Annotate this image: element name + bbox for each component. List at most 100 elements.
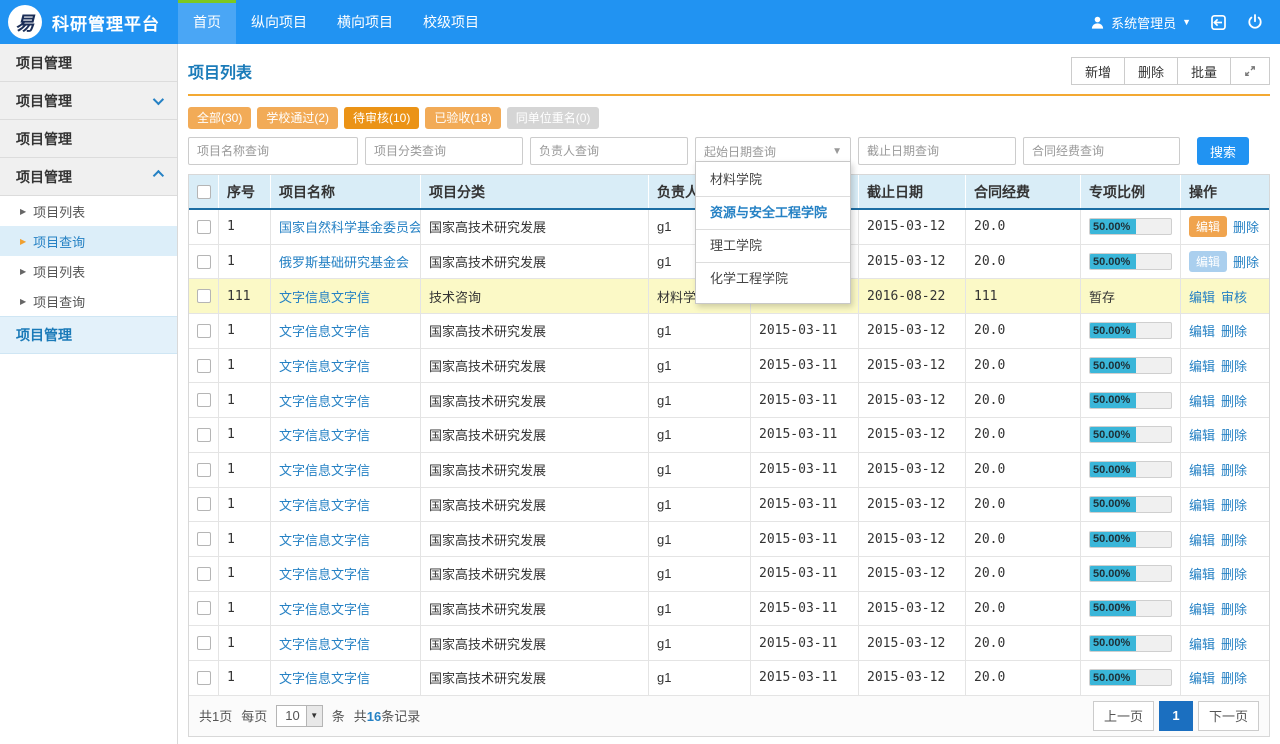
edit-button[interactable]: 编辑 [1189,564,1215,583]
sidebar-group[interactable]: 项目管理 [0,316,177,354]
sidebar-item[interactable]: ▶项目查询 [0,286,177,316]
project-name-link[interactable]: 文字信息文字信 [279,668,370,687]
sidebar-item[interactable]: ▶项目列表 [0,256,177,286]
edit-button[interactable]: 编辑 [1189,668,1215,687]
row-checkbox[interactable] [197,532,211,546]
edit-button[interactable]: 编辑 [1189,530,1215,549]
dropdown-option[interactable]: 理工学院 [696,229,850,262]
delete-button[interactable]: 删除 [1221,599,1247,618]
project-name-link[interactable]: 文字信息文字信 [279,425,370,444]
delete-button[interactable]: 删除 [1221,495,1247,514]
delete-button[interactable]: 删除 [1221,391,1247,410]
row-checkbox[interactable] [197,289,211,303]
delete-button[interactable]: 删除 [1221,634,1247,653]
project-name-link[interactable]: 文字信息文字信 [279,495,370,514]
row-checkbox[interactable] [197,220,211,234]
project-name-link[interactable]: 俄罗斯基础研究基金会 [279,252,409,271]
prev-page-button[interactable]: 上一页 [1093,701,1154,731]
delete-button[interactable]: 删除 [1233,252,1259,271]
project-name-link[interactable]: 国家自然科学基金委员会 [279,217,421,236]
project-name-link[interactable]: 文字信息文字信 [279,599,370,618]
ratio-progress-bar: 50.00% [1089,218,1172,235]
next-page-button[interactable]: 下一页 [1198,701,1259,731]
row-checkbox[interactable] [197,428,211,442]
owner-input[interactable] [530,137,688,165]
sidebar-group[interactable]: 项目管理 [0,120,177,158]
project-category-input[interactable] [365,137,523,165]
delete-button[interactable]: 删除 [1221,668,1247,687]
delete-button[interactable]: 删除 [1221,356,1247,375]
filter-tab[interactable]: 学校通过(2) [257,107,338,129]
edit-button[interactable]: 编辑 [1189,391,1215,410]
search-button[interactable]: 搜索 [1197,137,1249,165]
delete-button[interactable]: 删除 [1233,217,1259,236]
ratio-progress-bar: 50.00% [1089,253,1172,270]
edit-button[interactable]: 编辑 [1189,425,1215,444]
row-checkbox[interactable] [197,463,211,477]
project-name-link[interactable]: 文字信息文字信 [279,321,370,340]
row-checkbox[interactable] [197,359,211,373]
edit-button[interactable]: 编辑 [1189,495,1215,514]
select-all-checkbox[interactable] [197,185,211,199]
project-name-link[interactable]: 文字信息文字信 [279,391,370,410]
edit-button[interactable]: 编辑 [1189,460,1215,479]
delete-button[interactable]: 删除 [1221,321,1247,340]
row-checkbox[interactable] [197,671,211,685]
row-checkbox[interactable] [197,567,211,581]
sidebar-group[interactable]: 项目管理 [0,82,177,120]
audit-button[interactable]: 审核 [1221,287,1247,306]
dropdown-option[interactable]: 材料学院 [696,164,850,196]
project-name-input[interactable] [188,137,358,165]
project-name-link[interactable]: 文字信息文字信 [279,356,370,375]
delete-button[interactable]: 删除 [1221,460,1247,479]
delete-button[interactable]: 删除 [1124,57,1178,85]
project-name-link[interactable]: 文字信息文字信 [279,564,370,583]
batch-button[interactable]: 批量 [1177,57,1231,85]
top-nav-item[interactable]: 纵向项目 [236,0,322,44]
row-checkbox[interactable] [197,324,211,338]
delete-button[interactable]: 删除 [1221,530,1247,549]
project-name-link[interactable]: 文字信息文字信 [279,530,370,549]
filter-tab[interactable]: 待审核(10) [344,107,419,129]
filter-tab[interactable]: 已验收(18) [425,107,500,129]
edit-button[interactable]: 编辑 [1189,599,1215,618]
project-name-link[interactable]: 文字信息文字信 [279,460,370,479]
start-date-cell: 2015-03-11 [751,661,859,695]
edit-button[interactable]: 编辑 [1189,251,1227,272]
row-checkbox[interactable] [197,497,211,511]
page-1-button[interactable]: 1 [1159,701,1193,731]
logout-button[interactable] [1246,13,1264,31]
edit-button[interactable]: 编辑 [1189,321,1215,340]
project-name-link[interactable]: 文字信息文字信 [279,287,370,306]
top-nav-item[interactable]: 校级项目 [408,0,494,44]
edit-button[interactable]: 编辑 [1189,216,1227,237]
top-nav-item[interactable]: 首页 [178,0,236,44]
fund-input[interactable] [1023,137,1180,165]
sidebar-item[interactable]: ▶项目列表 [0,196,177,226]
edit-button[interactable]: 编辑 [1189,287,1215,306]
edit-button[interactable]: 编辑 [1189,356,1215,375]
switch-account-button[interactable] [1209,13,1228,32]
filter-tab[interactable]: 全部(30) [188,107,251,129]
dropdown-option[interactable]: 化学工程学院 [696,262,850,295]
row-checkbox[interactable] [197,393,211,407]
end-date-input[interactable] [858,137,1016,165]
sidebar-group[interactable]: 项目管理 [0,44,177,82]
row-checkbox[interactable] [197,255,211,269]
sidebar-item[interactable]: ▶项目查询 [0,226,177,256]
fund-cell: 20.0 [966,418,1081,452]
expand-button[interactable] [1230,57,1270,85]
dropdown-option[interactable]: 资源与安全工程学院 [696,196,850,229]
add-button[interactable]: 新增 [1071,57,1125,85]
user-menu[interactable]: 系统管理员 ▼ [1090,13,1191,32]
project-name-link[interactable]: 文字信息文字信 [279,634,370,653]
row-checkbox[interactable] [197,636,211,650]
delete-button[interactable]: 删除 [1221,425,1247,444]
delete-button[interactable]: 删除 [1221,564,1247,583]
edit-button[interactable]: 编辑 [1189,634,1215,653]
seq-cell: 1 [219,245,271,279]
per-page-select[interactable]: 10 ▼ [276,705,322,727]
top-nav-item[interactable]: 横向项目 [322,0,408,44]
row-checkbox[interactable] [197,601,211,615]
sidebar-group[interactable]: 项目管理 [0,158,177,196]
